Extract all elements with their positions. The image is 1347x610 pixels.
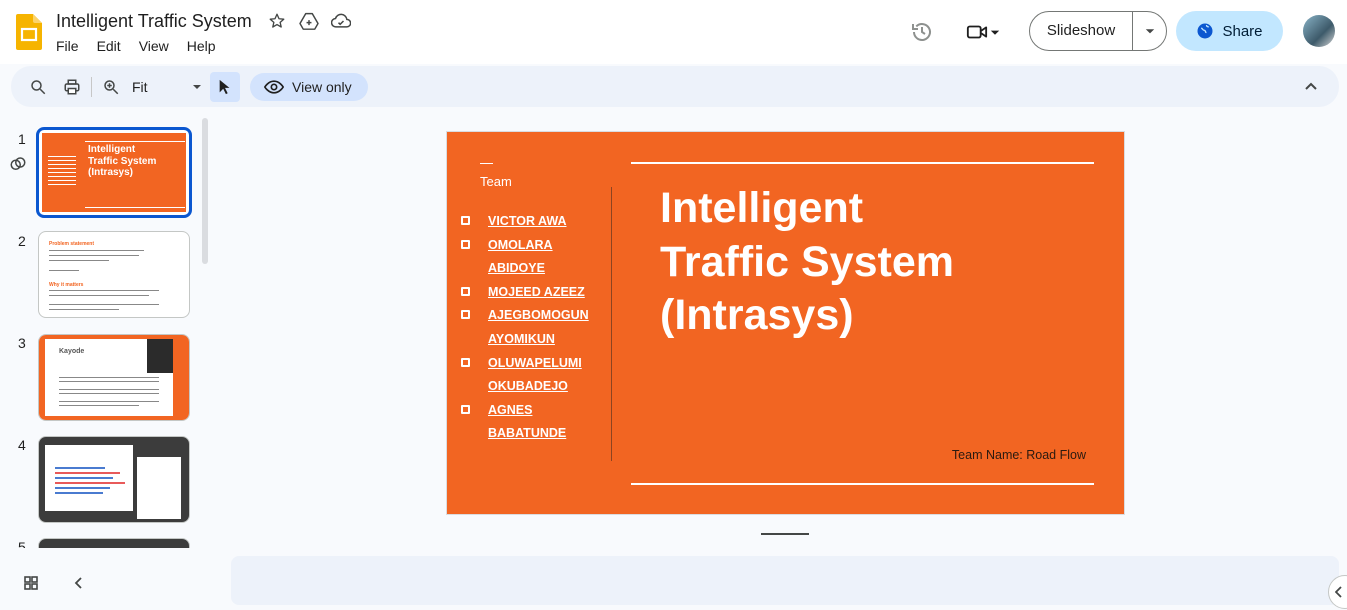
team-label: Team xyxy=(480,174,512,189)
team-name: Team Name: Road Flow xyxy=(951,448,1086,462)
list-item[interactable]: AYOMIKUN xyxy=(461,328,611,352)
slide-canvas[interactable]: Team VICTOR AWA OMOLARA ABIDOYE MOJEED A… xyxy=(446,131,1125,515)
slide-dash xyxy=(480,163,493,164)
menu-file[interactable]: File xyxy=(56,38,79,54)
list-item[interactable]: OMOLARA xyxy=(461,234,611,258)
slides-app: Intelligent Traffic System File Edit Vie… xyxy=(0,0,1347,610)
team-member-list: VICTOR AWA OMOLARA ABIDOYE MOJEED AZEEZ … xyxy=(461,210,611,446)
list-item[interactable]: AJEGBOMOGUN xyxy=(461,304,611,328)
list-item[interactable]: ABIDOYE xyxy=(461,257,611,281)
menu-edit[interactable]: Edit xyxy=(97,38,121,54)
filmstrip-controls xyxy=(0,560,215,610)
chevron-down-icon xyxy=(193,84,201,89)
slide-title-line: Intelligent xyxy=(660,184,864,232)
chevron-up-icon[interactable] xyxy=(1301,76,1321,96)
star-icon[interactable] xyxy=(266,10,288,32)
slide-divider xyxy=(611,187,612,461)
meet-button[interactable] xyxy=(966,18,1010,46)
share-button[interactable]: Share xyxy=(1176,11,1283,51)
toolbar-divider xyxy=(91,76,92,97)
search-icon[interactable] xyxy=(23,72,53,102)
move-to-drive-icon[interactable] xyxy=(298,10,320,32)
chevron-left-icon[interactable] xyxy=(74,577,84,589)
menu-help[interactable]: Help xyxy=(187,38,216,54)
document-title[interactable]: Intelligent Traffic System xyxy=(56,11,252,32)
filmstrip: 1 Intelligent Traffic System (Intrasys) … xyxy=(0,116,215,548)
thumbnail-heading: Problem statement xyxy=(49,241,95,247)
avatar[interactable] xyxy=(1303,15,1335,47)
slide-thumbnail-2[interactable]: Problem statement Why it matters xyxy=(38,231,190,318)
list-item[interactable]: AGNES xyxy=(461,399,611,423)
thumbnail-name: Kayode xyxy=(59,348,85,355)
title-row: Intelligent Traffic System xyxy=(56,10,362,32)
view-only-label: View only xyxy=(292,78,352,95)
slide-thumbnail-4[interactable] xyxy=(38,436,190,523)
slide-thumbnail-1[interactable]: Intelligent Traffic System (Intrasys) xyxy=(36,127,192,218)
slide-title-line: Traffic System xyxy=(660,237,954,286)
slides-logo-icon[interactable] xyxy=(16,14,42,50)
slide-title: Intelligent Traffic System (Intrasys) xyxy=(660,182,1080,343)
slide-number: 2 xyxy=(18,233,26,249)
version-history-icon[interactable] xyxy=(910,20,934,44)
slide-bottom-rule xyxy=(631,483,1094,485)
list-item[interactable]: OLUWAPELUMI xyxy=(461,352,611,376)
share-label: Share xyxy=(1222,22,1263,40)
eye-icon xyxy=(264,79,284,94)
cloud-saved-icon[interactable] xyxy=(330,10,352,32)
chevron-down-icon xyxy=(990,30,1000,35)
view-only-button[interactable]: View only xyxy=(250,72,368,101)
speaker-notes-panel[interactable] xyxy=(231,556,1339,605)
slideshow-options-button[interactable] xyxy=(1133,25,1166,37)
print-icon[interactable] xyxy=(57,72,87,102)
thumbnail-canvas: Intelligent Traffic System (Intrasys) xyxy=(42,133,186,212)
list-item[interactable]: VICTOR AWA xyxy=(461,210,611,234)
slide-thumbnail-5[interactable] xyxy=(38,538,190,548)
slide-number: 3 xyxy=(18,335,26,351)
slide-thumbnail-3[interactable]: Kayode xyxy=(38,334,190,421)
slide-number: 4 xyxy=(18,437,26,453)
grid-view-icon[interactable] xyxy=(24,576,38,590)
globe-icon xyxy=(1197,23,1213,39)
list-item[interactable]: OKUBADEJO xyxy=(461,375,611,399)
menu-bar: File Edit View Help xyxy=(56,38,216,54)
chevron-down-icon xyxy=(1145,29,1154,34)
app-header: Intelligent Traffic System File Edit Vie… xyxy=(0,0,1347,64)
zoom-icon[interactable] xyxy=(96,72,126,102)
thumbnail-heading: Why it matters xyxy=(49,282,84,288)
menu-view[interactable]: View xyxy=(139,38,169,54)
thumbnail-title: Intelligent Traffic System (Intrasys) xyxy=(88,144,157,178)
select-tool-button[interactable] xyxy=(210,71,240,102)
slideshow-button-group: Slideshow xyxy=(1029,11,1167,51)
zoom-value: Fit xyxy=(132,78,148,95)
slideshow-button[interactable]: Slideshow xyxy=(1030,12,1133,50)
slide-number: 1 xyxy=(18,131,26,147)
slide-title-line: (Intrasys) xyxy=(660,291,854,339)
chevron-left-icon xyxy=(1335,586,1342,598)
cursor-icon xyxy=(219,79,230,94)
toolbar: Fit View only xyxy=(11,66,1339,107)
slide-top-rule xyxy=(631,162,1094,164)
list-item[interactable]: MOJEED AZEEZ xyxy=(461,281,611,305)
list-item[interactable]: BABATUNDE xyxy=(461,422,611,446)
zoom-select[interactable]: Fit xyxy=(132,79,206,95)
video-camera-icon xyxy=(966,25,988,39)
slide-number: 5 xyxy=(18,539,26,548)
slide-scroll-indicator xyxy=(761,533,809,535)
